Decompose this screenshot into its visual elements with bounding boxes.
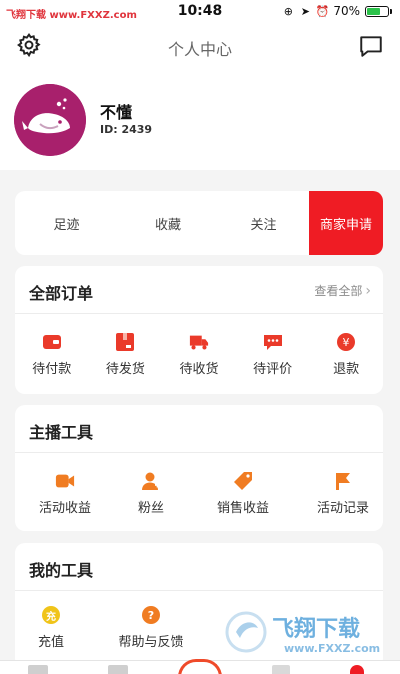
sales-earnings-label: 销售收益 [216, 501, 269, 516]
tab-home-icon[interactable] [28, 665, 48, 674]
fans-label: 粉丝 [137, 501, 164, 516]
tab-favorites[interactable]: 收藏 [118, 191, 218, 255]
fans-icon [141, 471, 161, 491]
streamer-tools-header: 主播工具 [15, 405, 383, 453]
help-feedback-item[interactable]: ? 帮助与反馈 [101, 605, 201, 650]
comment-icon [263, 332, 283, 352]
watermark-url: www.FXXZ.com [284, 642, 380, 655]
sales-earnings-item[interactable]: 销售收益 [197, 471, 289, 516]
order-pending-receive-label: 待收货 [179, 362, 219, 377]
truck-icon [189, 332, 209, 352]
fxxz-watermark-logo: 飞翔下载 www.FXXZ.com [225, 611, 380, 655]
orders-card: 全部订单 查看全部 › 待付款 待发货 待收货 待评价 ¥ 退款 [15, 266, 383, 394]
order-pending-payment-label: 待付款 [32, 362, 72, 377]
recharge-label: 充值 [37, 635, 64, 650]
tag-icon [233, 471, 253, 491]
bottom-tab-bar [0, 659, 400, 674]
status-bar: 飞翔下载 www.FXXZ.com 10:48 ⊕ ➤ ⏰ 70% [0, 0, 400, 24]
help-feedback-label: 帮助与反馈 [118, 635, 184, 650]
order-pending-payment[interactable]: 待付款 [15, 314, 89, 377]
refund-icon: ¥ [336, 332, 356, 352]
tab-live-icon[interactable] [178, 659, 222, 674]
orders-title: 全部订单 [29, 284, 94, 303]
wallet-icon [42, 332, 62, 352]
svg-text:¥: ¥ [343, 336, 350, 349]
chevron-right-icon: › [365, 282, 371, 299]
tab-footprint[interactable]: 足迹 [15, 191, 118, 255]
recharge-item[interactable]: 充 充值 [15, 605, 97, 650]
watermark-text: 飞翔下载 [272, 616, 360, 642]
flag-icon [333, 471, 353, 491]
streamer-tools-card: 主播工具 活动收益 粉丝 销售收益 活动记录 [15, 405, 383, 531]
lock-rotation-icon: ⊕ [283, 4, 293, 18]
streamer-tools-title: 主播工具 [29, 423, 94, 442]
recharge-icon: 充 [41, 605, 61, 625]
order-pending-receive[interactable]: 待收货 [162, 314, 236, 377]
help-icon: ? [141, 605, 161, 625]
video-icon [55, 471, 75, 491]
battery-icon [365, 5, 389, 17]
nav-bar: 个人中心 [0, 24, 400, 68]
order-pending-ship-label: 待发货 [105, 362, 145, 377]
order-refund-label: 退款 [333, 362, 360, 377]
my-tools-header: 我的工具 [15, 543, 383, 591]
status-icons: ⊕ ➤ ⏰ 70% [282, 4, 392, 18]
activity-records-item[interactable]: 活动记录 [297, 471, 383, 516]
tab-profile-icon[interactable] [350, 665, 364, 674]
user-id: ID: 2439 [100, 123, 153, 136]
my-tools-title: 我的工具 [29, 561, 94, 580]
alarm-icon: ⏰ [315, 4, 330, 18]
fans-item[interactable]: 粉丝 [105, 471, 197, 516]
battery-percent: 70% [333, 4, 360, 18]
avatar[interactable] [14, 84, 86, 156]
username: 不懂 [100, 103, 133, 122]
tab-category-icon[interactable] [108, 665, 128, 674]
orders-header: 全部订单 查看全部 › [15, 266, 383, 314]
order-pending-review[interactable]: 待评价 [236, 314, 310, 377]
battery-tip [390, 8, 392, 14]
view-all-label: 查看全部 [314, 284, 363, 298]
battery-fill [367, 7, 381, 15]
package-icon [115, 332, 135, 352]
profile-header: 不懂 ID: 2439 [0, 68, 400, 170]
page-title: 个人中心 [167, 40, 232, 59]
merchant-apply-button[interactable]: 商家申请 [309, 191, 383, 255]
whale-icon [14, 84, 86, 156]
quick-tabs-card: 足迹 收藏 关注 商家申请 [15, 191, 383, 255]
order-refund[interactable]: ¥ 退款 [309, 314, 383, 377]
help-badge: ? [147, 608, 155, 622]
order-pending-review-label: 待评价 [253, 362, 293, 377]
order-status-grid: 待付款 待发货 待收货 待评价 ¥ 退款 [15, 314, 383, 377]
chat-bubble-icon[interactable] [358, 33, 384, 59]
order-pending-ship[interactable]: 待发货 [89, 314, 163, 377]
location-icon: ➤ [300, 4, 310, 18]
activity-records-label: 活动记录 [316, 501, 369, 516]
activity-earnings-label: 活动收益 [38, 501, 91, 516]
view-all-orders-link[interactable]: 查看全部 › [314, 282, 371, 299]
activity-earnings-item[interactable]: 活动收益 [19, 471, 111, 516]
tab-cart-icon[interactable] [272, 665, 290, 674]
streamer-tools-grid: 活动收益 粉丝 销售收益 活动记录 [15, 453, 383, 525]
recharge-badge: 充 [46, 611, 56, 623]
tab-following[interactable]: 关注 [218, 191, 309, 255]
